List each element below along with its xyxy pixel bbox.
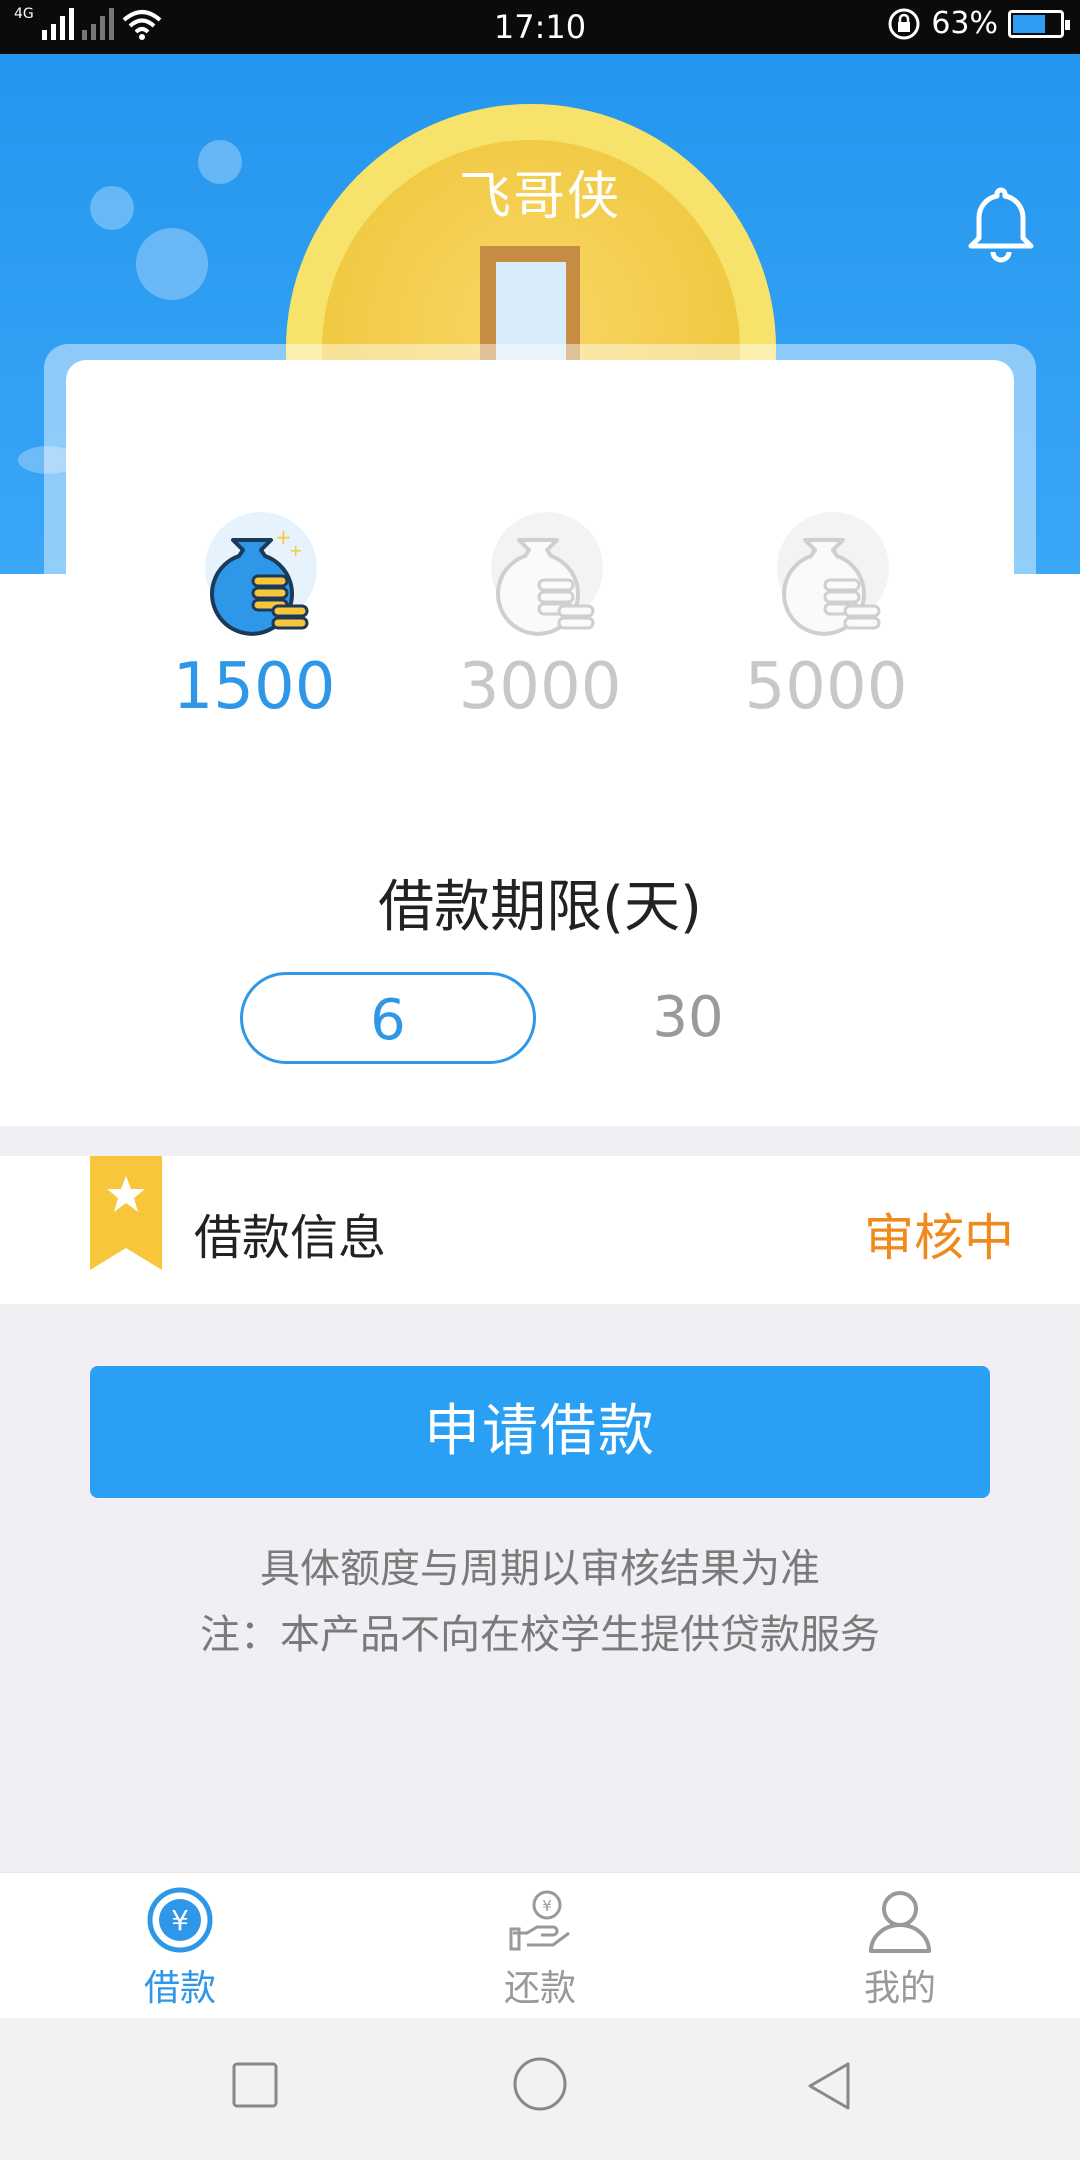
- tab-borrow[interactable]: ¥ 借款: [80, 1887, 280, 2011]
- money-bag-icon: + +: [205, 512, 317, 636]
- amount-value: 5000: [744, 650, 908, 724]
- tab-label: 还款: [503, 1968, 576, 2009]
- app-title: 飞哥侠: [458, 167, 621, 227]
- system-nav-bar: [0, 2018, 1080, 2160]
- status-bar: 4G 17:10 63%: [0, 0, 1080, 54]
- rotation-lock-icon: [888, 8, 920, 39]
- battery-percent: 63%: [931, 6, 998, 41]
- amount-option[interactable]: 3000: [440, 510, 640, 724]
- tab-label: 借款: [143, 1968, 216, 2009]
- status-right: 63%: [887, 6, 1070, 41]
- loan-home-page: 4G 17:10 63% 飞哥侠 + + 1500 3000 5000 借款期限…: [0, 0, 1080, 2160]
- back-triangle-icon[interactable]: [804, 2060, 852, 2112]
- svg-text:+: +: [289, 541, 302, 560]
- amount-option[interactable]: + + 1500: [154, 510, 354, 724]
- recents-square-icon[interactable]: [230, 2060, 280, 2110]
- amount-value: 1500: [172, 650, 336, 724]
- star-ribbon-icon: [90, 1156, 162, 1270]
- decor-bubble: [136, 228, 208, 300]
- yen-circle-icon: ¥: [147, 1887, 213, 1953]
- amount-card: + + 1500 3000 5000: [66, 360, 1014, 792]
- bottom-tab-bar: ¥ 借款 ¥ 还款 我的: [0, 1872, 1080, 2018]
- tab-mine[interactable]: 我的: [800, 1887, 1000, 2011]
- home-circle-icon[interactable]: [512, 2056, 568, 2112]
- loan-info-label: 借款信息: [194, 1210, 387, 1266]
- loan-term-title: 借款期限(天): [378, 875, 702, 940]
- amount-option[interactable]: 5000: [726, 510, 926, 724]
- battery-icon: [1008, 9, 1070, 38]
- repay-hand-icon: ¥: [509, 1890, 570, 1951]
- term-option[interactable]: 6: [240, 972, 536, 1064]
- svg-text:¥: ¥: [542, 1897, 552, 1915]
- loan-info-row[interactable]: 借款信息 审核中: [0, 1156, 1080, 1304]
- bell-icon[interactable]: [966, 184, 1036, 264]
- user-icon: [869, 1891, 931, 1953]
- term-option[interactable]: 30: [540, 972, 836, 1064]
- apply-loan-button[interactable]: 申请借款: [90, 1366, 990, 1498]
- amount-value: 3000: [458, 650, 622, 724]
- limit-note: 具体额度与周期以审核结果为准: [260, 1546, 820, 1592]
- loan-status-badge: 审核中: [864, 1209, 1014, 1267]
- money-bag-icon: [777, 512, 889, 636]
- tab-label: 我的: [863, 1968, 936, 2009]
- student-note: 注：本产品不向在校学生提供贷款服务: [200, 1612, 880, 1658]
- money-bag-icon: [491, 512, 603, 636]
- tab-repay[interactable]: ¥ 还款: [440, 1887, 640, 2011]
- svg-text:¥: ¥: [171, 1904, 189, 1937]
